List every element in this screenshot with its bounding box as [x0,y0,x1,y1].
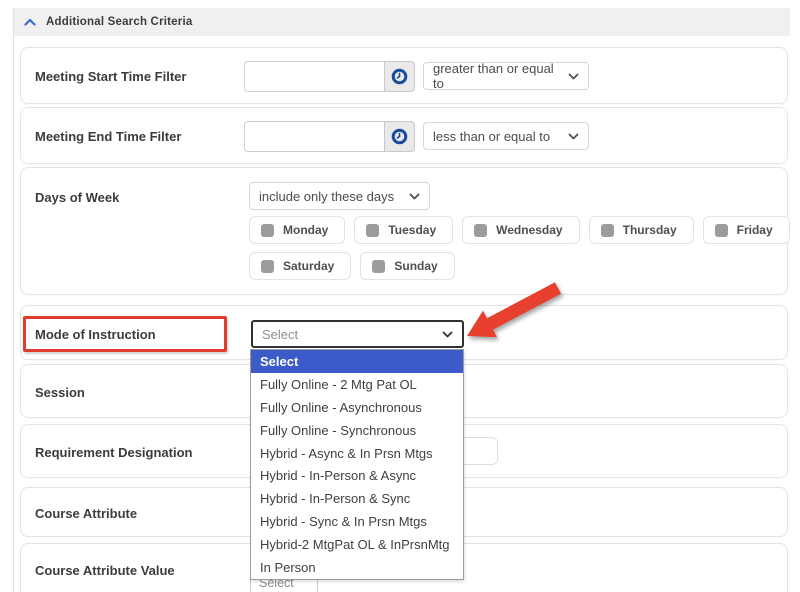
operator-selected-value: less than or equal to [433,129,550,144]
meeting-end-time-picker-button[interactable] [384,121,415,152]
section-title: Additional Search Criteria [46,16,192,28]
checkbox-icon [474,224,487,237]
course-attribute-value-label: Course Attribute Value [35,563,175,578]
requirement-designation-label: Requirement Designation [35,445,192,460]
row-meeting-start-time: Meeting Start Time Filter greater than o… [20,47,788,104]
days-of-week-label: Days of Week [35,190,119,205]
day-checkbox-monday[interactable]: Monday [249,216,345,244]
meeting-end-operator-select[interactable]: less than or equal to [423,122,589,150]
row-days-of-week: Days of Week include only these days Mon… [20,167,788,295]
checkbox-icon [366,224,379,237]
day-checkbox-tuesday[interactable]: Tuesday [354,216,453,244]
day-label: Friday [737,223,773,237]
day-label: Thursday [623,223,677,237]
meeting-end-time-input[interactable] [244,121,384,152]
mode-of-instruction-label: Mode of Instruction [35,327,156,342]
meeting-end-label: Meeting End Time Filter [35,129,181,144]
chevron-down-icon [409,193,420,200]
course-attribute-label: Course Attribute [35,506,137,521]
additional-search-criteria-panel: Additional Search Criteria Meeting Start… [0,0,800,592]
chevron-down-icon [568,133,579,140]
days-filter-selected-value: include only these days [259,189,394,204]
checkbox-icon [372,260,385,273]
mode-of-instruction-select[interactable]: Select [251,320,464,348]
day-checkbox-wednesday[interactable]: Wednesday [462,216,579,244]
mode-selected-value: Select [262,327,298,342]
day-label: Wednesday [496,223,562,237]
row-meeting-end-time: Meeting End Time Filter less than or equ… [20,107,788,164]
operator-selected-value: greater than or equal to [433,61,562,91]
days-row-2: Saturday Sunday [249,252,455,280]
dropdown-option[interactable]: In Person [251,556,463,579]
days-filter-select[interactable]: include only these days [249,182,430,210]
meeting-start-time-group [244,61,415,92]
dropdown-option[interactable]: Fully Online - 2 Mtg Pat OL [251,373,463,396]
dropdown-option-select[interactable]: Select [251,350,463,373]
meeting-start-operator-select[interactable]: greater than or equal to [423,62,589,90]
day-label: Sunday [394,259,437,273]
clock-icon [391,68,408,85]
days-row-1: Monday Tuesday Wednesday Thursday Friday [249,216,790,244]
meeting-end-time-group [244,121,415,152]
meeting-start-time-input[interactable] [244,61,384,92]
dropdown-option[interactable]: Hybrid - In-Person & Sync [251,487,463,510]
mode-of-instruction-dropdown-list: Select Fully Online - 2 Mtg Pat OL Fully… [250,349,464,580]
checkbox-icon [261,260,274,273]
checkbox-icon [261,224,274,237]
checkbox-icon [715,224,728,237]
dropdown-option[interactable]: Hybrid - In-Person & Async [251,464,463,487]
chevron-down-icon [568,73,579,80]
dropdown-option[interactable]: Hybrid - Async & In Prsn Mtgs [251,442,463,465]
day-checkbox-thursday[interactable]: Thursday [589,216,694,244]
section-header-toggle[interactable]: Additional Search Criteria [14,8,790,36]
day-checkbox-saturday[interactable]: Saturday [249,252,351,280]
dropdown-option[interactable]: Fully Online - Asynchronous [251,396,463,419]
dropdown-option[interactable]: Hybrid - Sync & In Prsn Mtgs [251,510,463,533]
dropdown-option[interactable]: Fully Online - Synchronous [251,419,463,442]
day-label: Saturday [283,259,334,273]
day-label: Tuesday [388,223,436,237]
chevron-down-icon [442,331,453,338]
chevron-up-icon [24,18,36,26]
clock-icon [391,128,408,145]
section-left-border [13,8,14,592]
session-label: Session [35,385,85,400]
day-checkbox-friday[interactable]: Friday [703,216,790,244]
day-checkbox-sunday[interactable]: Sunday [360,252,454,280]
day-label: Monday [283,223,328,237]
meeting-start-time-picker-button[interactable] [384,61,415,92]
annotation-highlight-box: Mode of Instruction [23,316,227,352]
dropdown-option[interactable]: Hybrid-2 MtgPat OL & InPrsnMtg [251,533,463,556]
meeting-start-label: Meeting Start Time Filter [35,69,186,84]
checkbox-icon [601,224,614,237]
